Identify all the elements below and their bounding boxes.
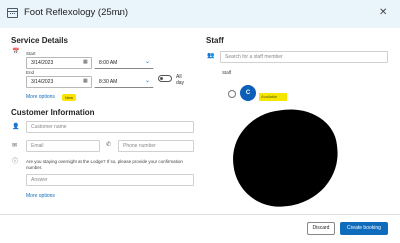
start-time-value: 8:00 AM [99, 60, 118, 66]
end-time-value: 8:30 AM [99, 79, 118, 85]
email-field[interactable]: Email [26, 140, 100, 152]
title-bar: Foot Reflexology (25mn) ⌄ ✕ [0, 0, 400, 28]
close-icon[interactable]: ✕ [379, 7, 387, 18]
availability-highlight: Available [259, 93, 287, 101]
end-label: End [26, 70, 35, 75]
availability-status: Available [261, 94, 278, 99]
footer-divider [0, 214, 400, 215]
answer-field[interactable]: Answer [26, 174, 194, 186]
service-more-options-link[interactable]: More options [26, 94, 55, 100]
customer-name-placeholder: Customer name [31, 124, 67, 130]
chevron-down-icon[interactable]: ⌄ [145, 59, 150, 65]
customer-more-options-link[interactable]: More options [26, 193, 55, 199]
staff-select-radio[interactable] [228, 90, 236, 98]
staff-search-field[interactable]: Search for a staff member [220, 51, 388, 63]
custom-question-text: Are you staying overnight at the Lodge? … [26, 159, 183, 170]
calendar-icon[interactable]: ▦ [83, 60, 88, 65]
start-date-value: 3/14/2023 [31, 60, 54, 66]
phone-placeholder: Phone number [123, 143, 156, 149]
staff-search-placeholder: Search for a staff member [225, 54, 283, 60]
create-booking-button[interactable]: Create booking [340, 222, 388, 235]
phone-number-field[interactable]: Phone number [118, 140, 194, 152]
all-day-label: All day [176, 74, 185, 86]
start-label: Start [26, 51, 36, 56]
new-badge: New [62, 94, 77, 101]
mail-icon: ✉ [12, 143, 18, 149]
customer-name-field[interactable]: Customer name [26, 121, 194, 133]
calendar-clock-icon: 📅 [12, 49, 20, 55]
calendar-icon [7, 8, 18, 18]
discard-button[interactable]: Discard [307, 222, 335, 235]
chevron-down-icon[interactable]: ⌄ [145, 78, 150, 84]
service-details-heading: Service Details [11, 36, 68, 45]
redaction-scribble [228, 104, 343, 212]
calendar-icon[interactable]: ▦ [83, 79, 88, 84]
staff-heading: Staff [206, 36, 224, 45]
staff-list-label: Staff [222, 70, 232, 75]
email-placeholder: Email [31, 143, 44, 149]
person-icon: 👤 [12, 124, 20, 130]
end-date-value: 3/14/2023 [31, 79, 54, 85]
chevron-down-icon[interactable]: ⌄ [116, 7, 124, 18]
service-title[interactable]: Foot Reflexology (25mn) [24, 7, 128, 18]
phone-icon: ✆ [106, 142, 112, 148]
all-day-toggle[interactable] [158, 75, 172, 82]
answer-placeholder: Answer [31, 177, 48, 183]
people-icon: 👥 [207, 53, 215, 59]
question-icon: ⓘ [12, 159, 19, 165]
avatar: C [240, 85, 256, 101]
customer-info-heading: Customer Information [11, 108, 95, 117]
